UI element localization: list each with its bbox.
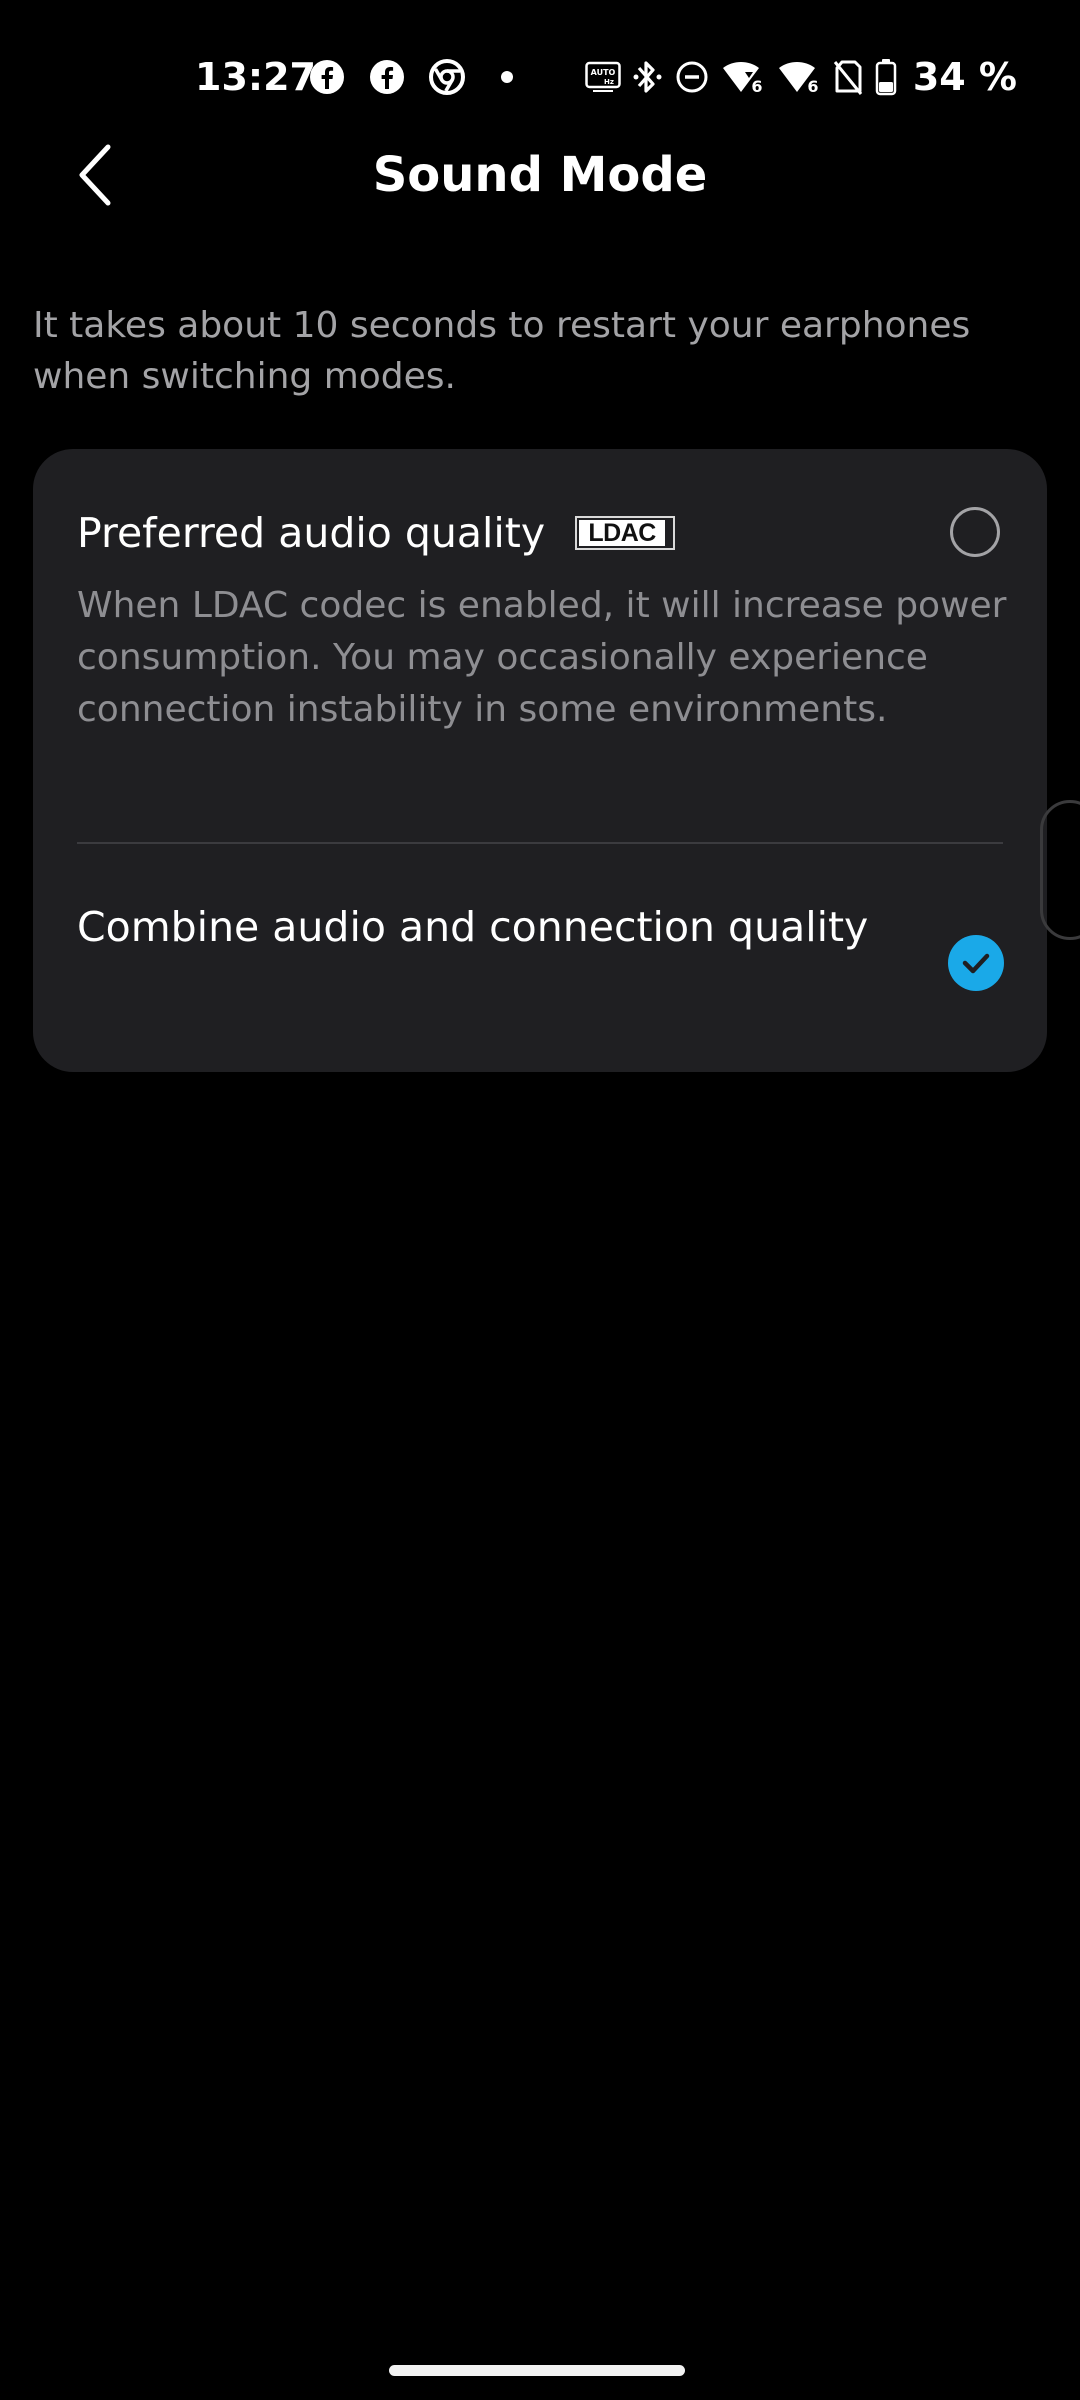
svg-text:AUTO: AUTO [590, 68, 615, 77]
option-description: When LDAC codec is enabled, it will incr… [77, 585, 1007, 730]
status-system-icons: AUTO Hz 6 6 34 % [585, 54, 1080, 100]
status-notification-icons [308, 57, 548, 97]
auto-hz-icon: AUTO Hz [585, 57, 621, 97]
radio-button-unchecked[interactable] [950, 507, 1000, 557]
status-bar: 13:27 AUTO Hz 6 6 34 % [0, 0, 1080, 150]
option-title-row: Preferred audio quality LDAC [77, 507, 676, 559]
svg-text:6: 6 [751, 77, 762, 96]
ldac-badge: LDAC [575, 516, 676, 550]
facebook-icon [308, 58, 346, 96]
page-title: Sound Mode [372, 147, 708, 203]
facebook-icon [368, 58, 406, 96]
notification-dot-icon [488, 58, 526, 96]
no-sim-icon [833, 57, 863, 97]
wifi-6-icon: 6 [777, 57, 821, 97]
option-combine-audio-connection[interactable]: Combine audio and connection quality [33, 844, 1047, 1072]
wifi-6-icon: 6 [721, 57, 765, 97]
battery-icon [875, 57, 897, 97]
option-title: Combine audio and connection quality [77, 903, 869, 951]
status-time: 13:27 [195, 55, 316, 99]
svg-text:6: 6 [807, 77, 818, 96]
do-not-disturb-icon [675, 57, 709, 97]
restart-info-text: It takes about 10 seconds to restart you… [33, 305, 971, 397]
checkmark-icon [962, 953, 990, 974]
bluetooth-icon [633, 57, 663, 97]
radio-button-checked[interactable] [948, 935, 1004, 991]
edge-panel-handle[interactable] [1040, 800, 1080, 940]
sound-mode-options-card: Preferred audio quality LDAC Combine aud… [33, 449, 1047, 1072]
svg-text:Hz: Hz [604, 78, 614, 86]
battery-percentage: 34 % [912, 55, 1017, 99]
chrome-icon [428, 58, 466, 96]
ldac-badge-label: LDAC [579, 520, 666, 546]
home-indicator[interactable] [389, 2365, 685, 2376]
option-title: Preferred audio quality [77, 509, 546, 557]
app-header: Sound Mode [0, 130, 1080, 220]
